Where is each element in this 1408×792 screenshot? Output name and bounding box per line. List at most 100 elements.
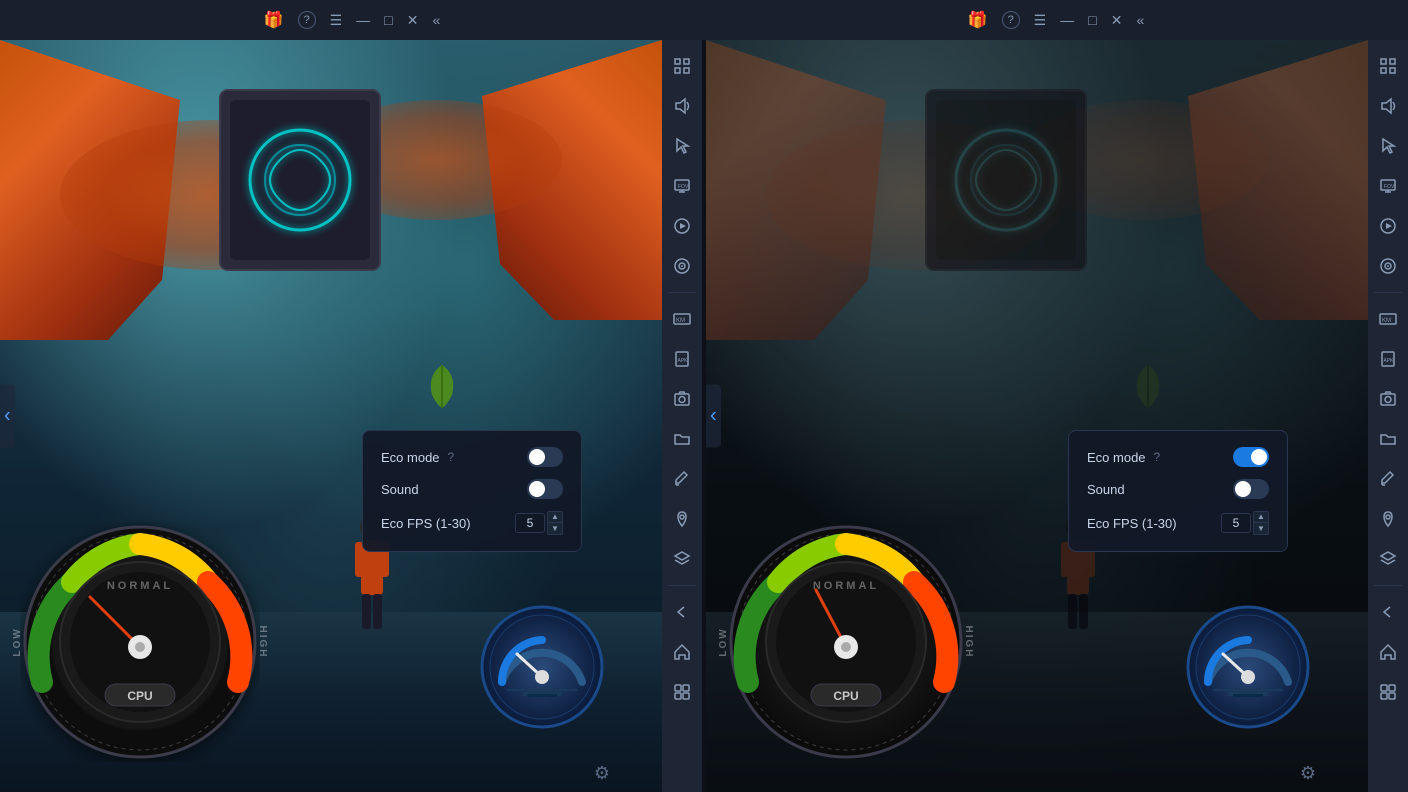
- sidebar-edit-right[interactable]: [1370, 461, 1406, 497]
- sidebar-sep2-left: [668, 585, 696, 586]
- sidebar-keyboard-left[interactable]: KM: [664, 301, 700, 337]
- left-arrow-button[interactable]: ‹: [0, 385, 15, 448]
- sidebar-layers-left[interactable]: [664, 541, 700, 577]
- gauge-high-text-right: HIGH: [963, 626, 974, 659]
- sidebar-apk-right[interactable]: APK: [1370, 341, 1406, 377]
- left-panel: ‹ NORMAL LOW HIGH: [0, 40, 702, 792]
- sidebar-play-right[interactable]: [1370, 208, 1406, 244]
- sidebar-screenshot-left[interactable]: [664, 381, 700, 417]
- eco-help-icon-right[interactable]: ?: [1154, 450, 1161, 464]
- sidebar-folder-right[interactable]: [1370, 421, 1406, 457]
- sidebar-keyboard-right[interactable]: KM: [1370, 301, 1406, 337]
- sound-label-left: Sound: [381, 482, 419, 497]
- minimize-icon-left[interactable]: —: [356, 12, 370, 28]
- sidebar-apk-left[interactable]: APK: [664, 341, 700, 377]
- sidebar-play-left[interactable]: [664, 208, 700, 244]
- fps-value-right[interactable]: 5: [1221, 513, 1251, 533]
- maximize-icon-right[interactable]: □: [1088, 12, 1096, 28]
- sidebar-back-right[interactable]: [1370, 594, 1406, 630]
- sound-label-right: Sound: [1087, 482, 1125, 497]
- sidebar-screenshot-right[interactable]: [1370, 381, 1406, 417]
- cpu-meter-left: NORMAL LOW HIGH: [20, 522, 260, 762]
- eco-mode-label-right: Eco mode: [1087, 450, 1146, 465]
- fps-arrows-right: ▲ ▼: [1253, 511, 1269, 535]
- svg-text:CPU: CPU: [127, 689, 152, 703]
- left-sidebar: FOV KM: [662, 40, 702, 792]
- eco-popup-right: Eco mode ? Sound Eco FPS (1-30) 5 ▲: [1068, 430, 1288, 552]
- sidebar-fullscreen-right[interactable]: [1370, 48, 1406, 84]
- right-panel: ‹ NORMAL LOW HIGH: [706, 40, 1408, 792]
- fps-up-right[interactable]: ▲: [1253, 511, 1269, 523]
- menu-icon-right[interactable]: ☰: [1034, 12, 1047, 29]
- fps-arrows-left: ▲ ▼: [547, 511, 563, 535]
- fps-input-left: 5 ▲ ▼: [515, 511, 563, 535]
- sidebar-layers-right[interactable]: [1370, 541, 1406, 577]
- gauge-low-text-left: LOW: [12, 627, 23, 656]
- sound-row-left: Sound: [381, 479, 563, 499]
- help-icon-left[interactable]: ?: [298, 11, 316, 29]
- help-icon-right[interactable]: ?: [1002, 11, 1020, 29]
- sidebar-sound-left[interactable]: [664, 88, 700, 124]
- gauge-low-text-right: LOW: [718, 627, 729, 656]
- sidebar-sep2-right: [1374, 585, 1402, 586]
- close-icon-left[interactable]: ✕: [407, 12, 419, 29]
- floating-object-left: [200, 80, 400, 300]
- leaf-left: [422, 360, 462, 415]
- eco-help-icon-left[interactable]: ?: [448, 450, 455, 464]
- fps-value-left[interactable]: 5: [515, 513, 545, 533]
- sidebar-sep-left: [668, 292, 696, 293]
- svg-text:FOV: FOV: [1384, 184, 1395, 190]
- fps-down-right[interactable]: ▼: [1253, 523, 1269, 535]
- collapse-icon-left[interactable]: «: [432, 12, 440, 28]
- gift-icon-right[interactable]: 🎁: [968, 10, 988, 30]
- speed-button-left[interactable]: [477, 602, 607, 732]
- sidebar-display-left[interactable]: FOV: [664, 168, 700, 204]
- sidebar-target-left[interactable]: [664, 248, 700, 284]
- minimize-icon-right[interactable]: —: [1060, 12, 1074, 28]
- main-content: ‹ NORMAL LOW HIGH: [0, 40, 1408, 792]
- svg-text:CPU: CPU: [833, 689, 858, 703]
- sound-toggle-right[interactable]: [1233, 479, 1269, 499]
- eco-toggle-left[interactable]: [527, 447, 563, 467]
- sidebar-display-right[interactable]: FOV: [1370, 168, 1406, 204]
- sidebar-location-left[interactable]: [664, 501, 700, 537]
- eco-toggle-right[interactable]: [1233, 447, 1269, 467]
- left-arrow-button-right[interactable]: ‹: [706, 385, 721, 448]
- sidebar-fullscreen-left[interactable]: [664, 48, 700, 84]
- fps-up-left[interactable]: ▲: [547, 511, 563, 523]
- sidebar-folder-left[interactable]: [664, 421, 700, 457]
- sidebar-home-right[interactable]: [1370, 634, 1406, 670]
- eco-mode-row-right: Eco mode ?: [1087, 447, 1269, 467]
- sidebar-target-right[interactable]: [1370, 248, 1406, 284]
- sound-row-right: Sound: [1087, 479, 1269, 499]
- sidebar-home-left[interactable]: [664, 634, 700, 670]
- fps-down-left[interactable]: ▼: [547, 523, 563, 535]
- menu-icon-left[interactable]: ☰: [330, 12, 343, 29]
- svg-text:APK: APK: [1384, 358, 1395, 364]
- right-sidebar: FOV KM: [1368, 40, 1408, 792]
- maximize-icon-left[interactable]: □: [384, 12, 392, 28]
- speed-button-right[interactable]: [1183, 602, 1313, 732]
- fps-label-right: Eco FPS (1-30): [1087, 516, 1177, 531]
- floating-object-right: [906, 80, 1106, 300]
- sidebar-edit-left[interactable]: [664, 461, 700, 497]
- svg-text:FOV: FOV: [678, 184, 689, 190]
- gear-button-right[interactable]: ⚙: [1300, 763, 1316, 784]
- sidebar-cursor-right[interactable]: [1370, 128, 1406, 164]
- sidebar-apps-right[interactable]: [1370, 674, 1406, 710]
- eco-mode-label-left: Eco mode: [381, 450, 440, 465]
- collapse-icon-right[interactable]: «: [1136, 12, 1144, 28]
- gear-button-left[interactable]: ⚙: [594, 763, 610, 784]
- close-icon-right[interactable]: ✕: [1111, 12, 1123, 29]
- leaf-right: [1128, 360, 1168, 415]
- svg-text:KM: KM: [676, 318, 685, 324]
- fps-input-right: 5 ▲ ▼: [1221, 511, 1269, 535]
- sidebar-cursor-left[interactable]: [664, 128, 700, 164]
- sidebar-apps-left[interactable]: [664, 674, 700, 710]
- sidebar-location-right[interactable]: [1370, 501, 1406, 537]
- gift-icon-left[interactable]: 🎁: [264, 10, 284, 30]
- sidebar-back-left[interactable]: [664, 594, 700, 630]
- sound-toggle-left[interactable]: [527, 479, 563, 499]
- fps-row-left: Eco FPS (1-30) 5 ▲ ▼: [381, 511, 563, 535]
- sidebar-sound-right[interactable]: [1370, 88, 1406, 124]
